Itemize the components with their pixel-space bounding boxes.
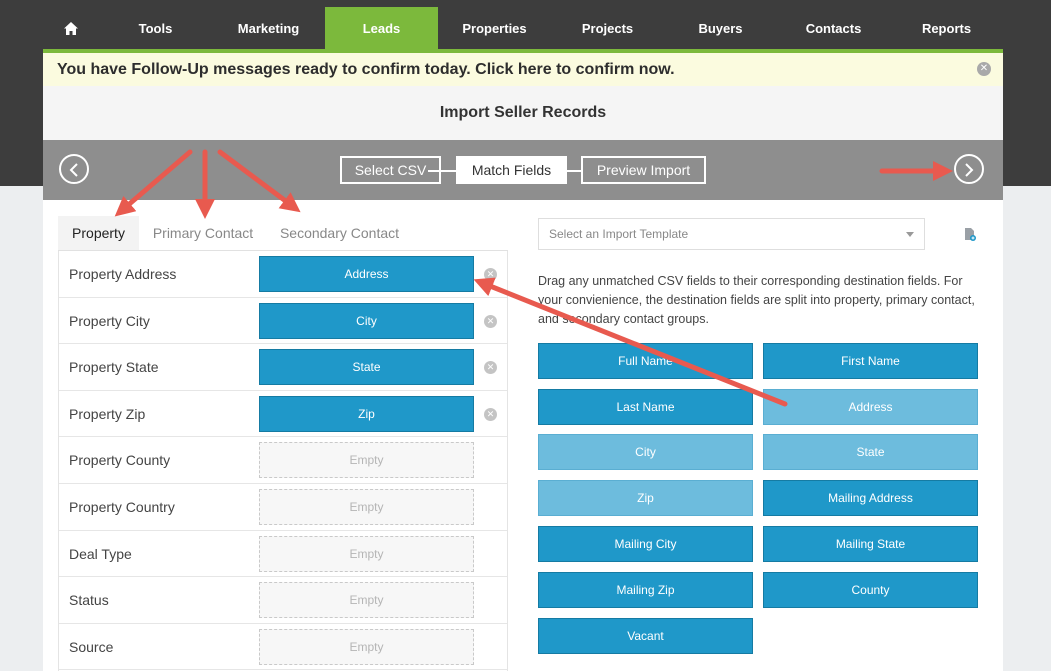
field-drop-slot[interactable]: Empty <box>259 489 474 525</box>
field-label: Property County <box>69 452 171 469</box>
nav-reports[interactable]: Reports <box>890 7 1003 49</box>
follow-up-alert[interactable]: You have Follow-Up messages ready to con… <box>43 53 1003 86</box>
chevron-down-icon <box>906 232 914 237</box>
field-label: Property City <box>69 312 150 329</box>
csv-field[interactable]: Mailing State <box>763 526 978 562</box>
step-preview-import[interactable]: Preview Import <box>581 156 706 184</box>
previous-step-button[interactable] <box>59 154 89 184</box>
step-match-fields[interactable]: Match Fields <box>456 156 567 184</box>
field-row: Property State State ✕ <box>59 344 507 391</box>
nav-home[interactable] <box>43 7 99 49</box>
field-row: Source Empty <box>59 624 507 671</box>
field-row: Property City City ✕ <box>59 298 507 345</box>
field-row: Property County Empty <box>59 437 507 484</box>
wizard-bar: Select CSV Match Fields Preview Import <box>43 140 1003 200</box>
tab-secondary-contact[interactable]: Secondary Contact <box>271 216 408 250</box>
csv-field[interactable]: State <box>763 434 978 470</box>
field-drop-slot[interactable]: City <box>259 302 474 339</box>
chevron-right-icon <box>965 163 974 177</box>
csv-field[interactable]: Mailing City <box>538 526 753 562</box>
field-row: Property Country Empty <box>59 484 507 531</box>
nav-buyers[interactable]: Buyers <box>664 7 777 49</box>
field-drop-slot[interactable]: Empty <box>259 535 474 572</box>
field-row: Property Address Address ✕ <box>59 251 507 298</box>
nav-marketing[interactable]: Marketing <box>212 7 325 49</box>
field-drop-slot[interactable]: Empty <box>259 582 474 619</box>
field-label: Property Address <box>69 266 177 282</box>
tab-property[interactable]: Property <box>58 216 139 250</box>
field-drop-slot[interactable]: State <box>259 349 474 386</box>
template-select-placeholder: Select an Import Template <box>549 227 689 241</box>
nav-leads[interactable]: Leads <box>325 7 438 49</box>
csv-field[interactable]: Mailing Zip <box>538 572 753 608</box>
csv-field[interactable]: County <box>763 572 978 608</box>
csv-field[interactable]: Vacant <box>538 618 753 654</box>
field-row: Deal Type Empty <box>59 531 507 578</box>
remove-icon[interactable]: ✕ <box>484 314 497 328</box>
csv-field[interactable]: Mailing Address <box>763 480 978 516</box>
csv-field[interactable]: Last Name <box>538 389 753 425</box>
field-drop-slot[interactable]: Zip <box>259 395 474 432</box>
nav-contacts[interactable]: Contacts <box>777 7 890 49</box>
nav-properties[interactable]: Properties <box>438 7 551 49</box>
nav-tools[interactable]: Tools <box>99 7 212 49</box>
csv-field[interactable]: First Name <box>763 343 978 379</box>
main-nav: Tools Marketing Leads Properties Project… <box>43 7 1003 49</box>
field-label: Status <box>69 592 109 609</box>
add-template-icon[interactable] <box>964 227 976 241</box>
field-row: Property Zip Zip ✕ <box>59 391 507 438</box>
field-label: Deal Type <box>69 545 132 562</box>
field-drop-slot[interactable]: Empty <box>259 442 474 479</box>
next-step-button[interactable] <box>954 154 984 184</box>
field-label: Property Country <box>69 499 175 515</box>
field-label: Property Zip <box>69 405 146 422</box>
field-label: Source <box>69 638 114 655</box>
field-row: Status Empty <box>59 577 507 624</box>
csv-field[interactable]: Full Name <box>538 343 753 379</box>
field-drop-slot[interactable]: Empty <box>259 628 474 665</box>
csv-field[interactable]: Address <box>763 389 978 425</box>
remove-icon[interactable]: ✕ <box>484 407 497 421</box>
field-drop-slot[interactable]: Address <box>259 256 474 292</box>
chevron-left-icon <box>69 163 78 177</box>
csv-field[interactable]: City <box>538 434 753 470</box>
import-template-select[interactable]: Select an Import Template <box>538 218 925 250</box>
destination-field-list: Property Address Address ✕ Property City… <box>58 251 508 671</box>
field-label: Property State <box>69 359 159 376</box>
drag-instructions: Drag any unmatched CSV fields to their c… <box>538 274 975 326</box>
tab-primary-contact[interactable]: Primary Contact <box>143 216 263 250</box>
close-icon[interactable]: ✕ <box>977 62 991 76</box>
step-select-csv[interactable]: Select CSV <box>340 156 441 184</box>
import-panel: Import Seller Records Select CSV Match F… <box>43 86 1003 671</box>
page-title: Import Seller Records <box>43 86 1003 140</box>
remove-icon[interactable]: ✕ <box>484 268 497 281</box>
alert-text[interactable]: You have Follow-Up messages ready to con… <box>57 61 675 79</box>
home-icon <box>64 21 78 35</box>
nav-projects[interactable]: Projects <box>551 7 664 49</box>
csv-field[interactable]: Zip <box>538 480 753 516</box>
remove-icon[interactable]: ✕ <box>484 361 497 375</box>
